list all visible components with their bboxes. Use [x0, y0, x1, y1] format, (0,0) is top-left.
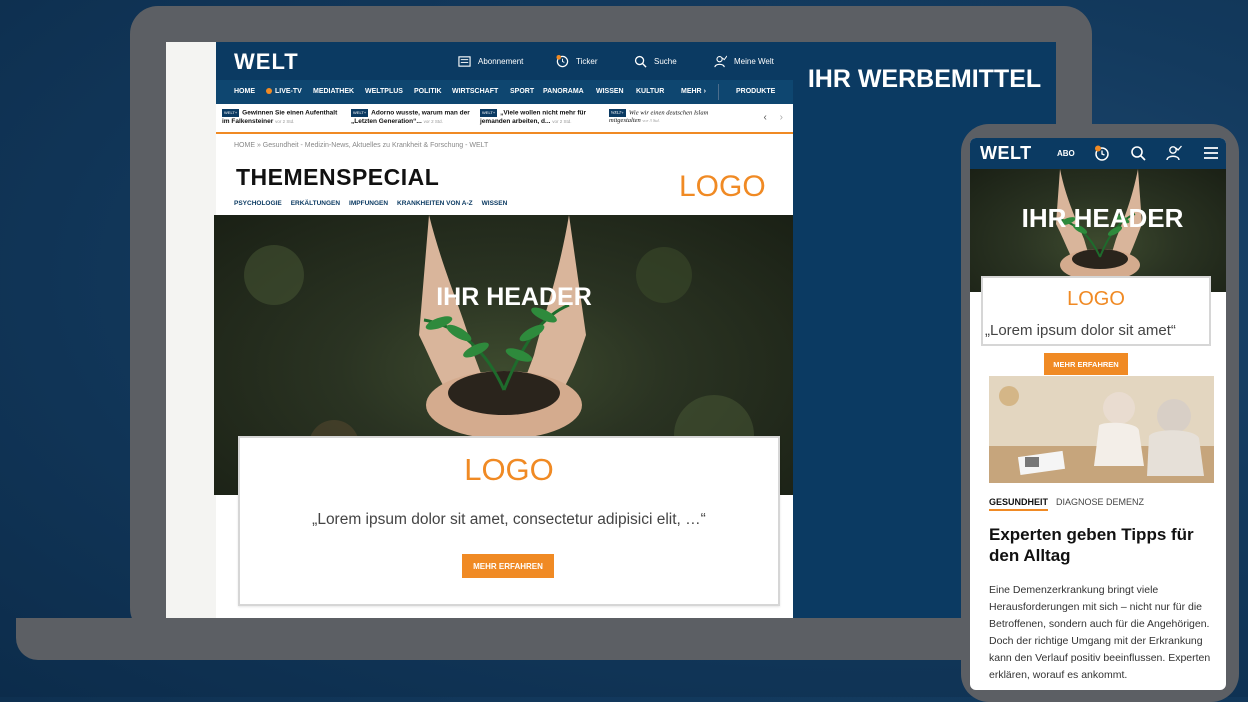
card-quote: „Lorem ipsum dolor sit amet, consectetur…	[312, 511, 706, 528]
subnav-psychologie[interactable]: PSYCHOLOGIE	[234, 200, 282, 207]
tag-diagnose-demenz[interactable]: DIAGNOSE DEMENZ	[1056, 497, 1144, 511]
desktop-page: WELT Abonnement Ticker Suche Meine Welt …	[214, 42, 793, 618]
mehr-erfahren-button[interactable]: MEHR ERFAHREN	[462, 554, 554, 578]
clock-icon	[556, 55, 569, 68]
abo-link[interactable]: ABO	[1057, 149, 1075, 158]
mobile-mehr-erfahren-button[interactable]: MEHR ERFAHREN	[1044, 353, 1128, 375]
ticker-item[interactable]: WELT+ Adorno wusste, warum man der „Letzt…	[351, 109, 471, 126]
page-title: THEMENSPECIAL	[236, 164, 440, 190]
nav-sport[interactable]: SPORT	[510, 88, 534, 95]
ticker-link[interactable]: Ticker	[556, 55, 597, 68]
ad-side-text: IHR WERBEMITTEL	[807, 65, 1042, 93]
meine-welt-label: Meine Welt	[734, 57, 774, 66]
ticker-tag: WELT+	[609, 109, 626, 117]
search-link[interactable]: Suche	[634, 55, 677, 68]
ticker-tag: WELT+	[480, 109, 498, 117]
subnav-impfungen[interactable]: IMPFUNGEN	[349, 200, 388, 207]
article-teaser: Eine Demenzerkrankung bringt viele Herau…	[989, 584, 1211, 681]
mobile-card-quote: „Lorem ipsum dolor sit amet“	[985, 322, 1176, 339]
ticker-item[interactable]: WELT+ „Viele wollen nicht mehr für jemand…	[480, 109, 600, 126]
user-check-icon	[714, 55, 727, 68]
mobile-hero-title: IHR HEADER	[1021, 203, 1184, 233]
ticker-time: vor 2 Std.	[275, 118, 295, 124]
desktop-main-nav: HOME LIVE-TV MEDIATHEK WELTPLUS POLITIK …	[216, 80, 793, 104]
welt-logo[interactable]: WELT	[980, 143, 1032, 164]
hamburger-menu-icon[interactable]	[1203, 145, 1219, 161]
meine-welt-link[interactable]: Meine Welt	[714, 55, 774, 68]
article-photo[interactable]	[989, 376, 1214, 483]
welt-logo[interactable]: WELT	[234, 49, 299, 75]
ticker-tag: WELT+	[222, 109, 240, 117]
nav-weltplus[interactable]: WELTPLUS	[365, 88, 403, 95]
elderly-people-photo-illustration	[989, 376, 1214, 483]
nav-wissen[interactable]: WISSEN	[596, 88, 624, 95]
nav-divider	[718, 84, 719, 100]
breadcrumb[interactable]: HOME » Gesundheit - Medizin-News, Aktuel…	[234, 142, 488, 149]
nav-panorama[interactable]: PANORAMA	[543, 88, 584, 95]
card-logo-placeholder: LOGO	[464, 452, 554, 487]
article-title[interactable]: Experten geben Tipps für den Alltag	[989, 524, 1214, 566]
ticker-label: Ticker	[576, 57, 598, 66]
subnav-wissen[interactable]: WISSEN	[482, 200, 508, 207]
nav-kultur[interactable]: KULTUR	[636, 88, 664, 95]
nav-home[interactable]: HOME	[234, 88, 255, 95]
chevron-left-icon[interactable]: ‹	[764, 112, 767, 123]
ticker-item[interactable]: WELT+ Wie wir einen deutschen Islam mitge…	[609, 109, 729, 125]
hero-title: IHR HEADER	[436, 283, 592, 311]
ticker-time: vor 2 Std.	[552, 118, 572, 124]
nav-mehr-label: MEHR	[681, 88, 702, 95]
search-icon[interactable]	[1130, 145, 1146, 161]
chevron-right-icon: ›	[703, 88, 706, 95]
nav-politik[interactable]: POLITIK	[414, 88, 442, 95]
search-icon	[634, 55, 647, 68]
nav-live-tv-label: LIVE-TV	[275, 88, 302, 95]
live-dot-icon	[266, 88, 272, 95]
clock-icon[interactable]	[1094, 145, 1110, 161]
nav-mediathek[interactable]: MEDIATHEK	[313, 88, 354, 95]
nav-mehr[interactable]: MEHR ›	[681, 88, 706, 95]
newspaper-icon	[458, 56, 471, 67]
ticker-time: vor 2 Std.	[423, 118, 443, 124]
nav-live-tv[interactable]: LIVE-TV	[266, 88, 302, 95]
desktop-top-bar: WELT Abonnement Ticker Suche Meine Welt	[216, 42, 793, 80]
ticker-item[interactable]: WELT+ Gewinnen Sie einen Aufenthalt im Fa…	[222, 109, 342, 126]
abonnement-link[interactable]: Abonnement	[458, 55, 523, 68]
ticker-text: Adorno wusste, warum man der „Letzten Ge…	[351, 109, 470, 125]
special-subnav: PSYCHOLOGIE ERKÄLTUNGEN IMPFUNGEN KRANKH…	[234, 200, 507, 207]
ticker-time: vor 3 Std.	[642, 118, 660, 124]
subnav-krankheiten[interactable]: KRANKHEITEN VON A-Z	[397, 200, 473, 207]
nav-wirtschaft[interactable]: WIRTSCHAFT	[452, 88, 498, 95]
sponsor-logo-placeholder: LOGO	[679, 170, 766, 203]
user-check-icon[interactable]	[1166, 145, 1182, 161]
nav-produkte[interactable]: PRODUKTE	[736, 88, 775, 95]
tag-gesundheit[interactable]: GESUNDHEIT	[989, 497, 1049, 511]
news-ticker: WELT+ Gewinnen Sie einen Aufenthalt im Fa…	[216, 104, 793, 134]
advertorial-card: LOGO „Lorem ipsum dolor sit amet, consec…	[238, 436, 780, 606]
ticker-tag: WELT+	[351, 109, 369, 117]
mobile-card-logo-placeholder: LOGO	[1067, 288, 1125, 310]
chevron-right-icon[interactable]: ›	[780, 112, 783, 123]
mobile-top-bar: WELT ABO	[970, 138, 1226, 169]
phone-screen: WELT ABO IHR HEADER LOGO „Lorem ipsum do…	[970, 138, 1226, 690]
article-tags: GESUNDHEIT DIAGNOSE DEMENZ	[989, 497, 1144, 511]
ticker-arrows: ‹ ›	[764, 112, 783, 123]
mobile-advertorial-card: LOGO „Lorem ipsum dolor sit amet“	[981, 276, 1211, 346]
search-label: Suche	[654, 57, 677, 66]
mobile-hero-image: IHR HEADER	[970, 169, 1226, 292]
subnav-erkaeltungen[interactable]: ERKÄLTUNGEN	[291, 200, 340, 207]
laptop-screen: WELT Abonnement Ticker Suche Meine Welt …	[166, 42, 1056, 618]
abonnement-label: Abonnement	[478, 57, 524, 66]
